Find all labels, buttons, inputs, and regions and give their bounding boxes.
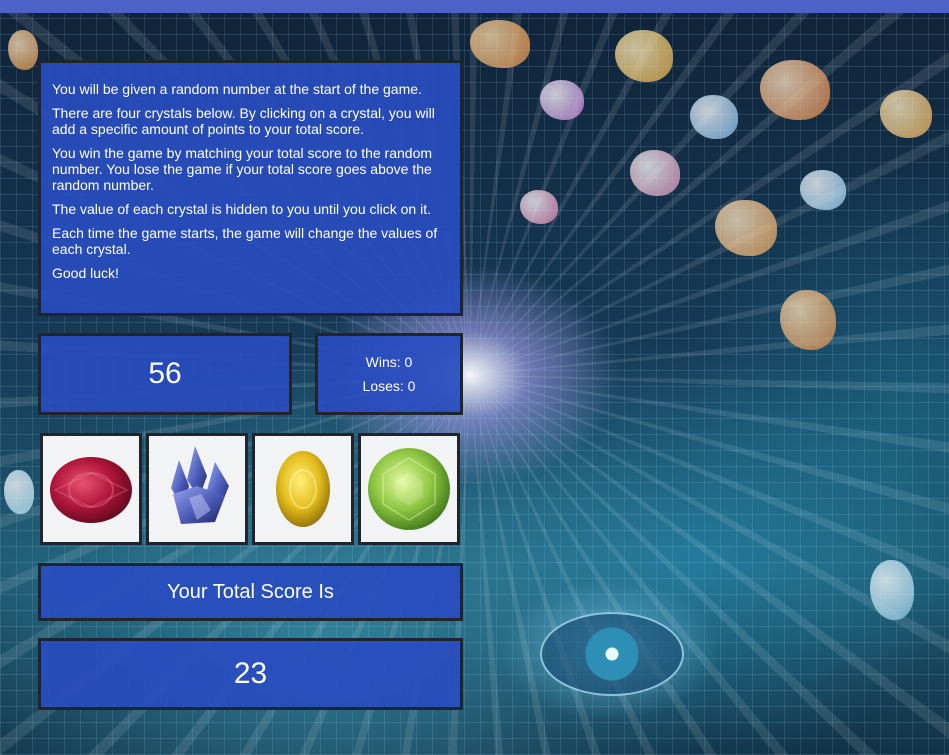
random-target-number: 56 [38,333,292,415]
floating-crystal-decoration [630,150,680,196]
floating-crystal-decoration [870,560,914,620]
instructions-paragraph: Good luck! [52,265,119,281]
floating-crystal-decoration [4,470,34,514]
instructions-paragraph: You win the game by matching your total … [52,145,433,193]
instructions-paragraph: You will be given a random number at the… [52,81,422,97]
crystal-button-yellow[interactable] [252,433,354,545]
floating-crystal-decoration [780,290,836,350]
crystal-button-blue-cluster[interactable] [146,433,248,545]
floating-crystal-decoration [880,90,932,138]
crystal-button-ruby[interactable] [40,433,142,545]
instructions-paragraph: The value of each crystal is hidden to y… [52,201,431,217]
floating-crystal-decoration [540,80,584,120]
ruby-crystal-icon [50,457,132,523]
loses-counter: Loses: 0 [362,378,416,394]
top-bar [0,0,949,13]
green-round-crystal-icon [368,448,450,530]
eye-artwork [540,612,684,696]
floating-crystal-decoration [615,30,673,82]
crystal-button-green[interactable] [358,433,460,545]
wins-counter: Wins: 0 [365,354,413,370]
total-score-value: 23 [38,638,463,710]
instructions-paragraph: There are four crystals below. By clicki… [52,105,435,137]
blue-cluster-crystal-icon [171,446,229,524]
total-score-label: Your Total Score Is [38,563,463,621]
floating-crystal-decoration [800,170,846,210]
floating-crystal-decoration [470,20,530,68]
floating-crystal-decoration [690,95,738,139]
instructions-paragraph: Each time the game starts, the game will… [52,225,438,257]
win-loss-record: Wins: 0 Loses: 0 [315,333,463,415]
floating-crystal-decoration [8,30,38,70]
floating-crystal-decoration [715,200,777,256]
yellow-oval-crystal-icon [276,451,330,527]
floating-crystal-decoration [520,190,558,224]
instructions-panel: You will be given a random number at the… [38,60,463,316]
